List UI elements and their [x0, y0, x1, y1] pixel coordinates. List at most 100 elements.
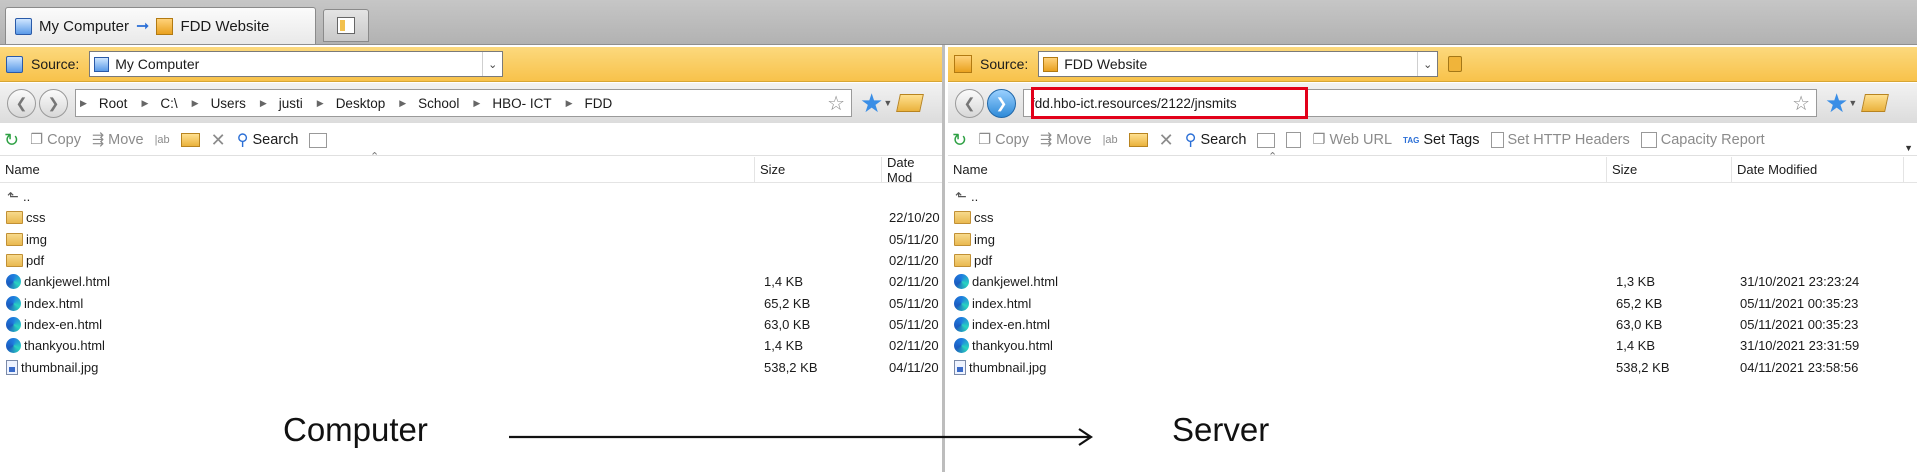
list-item[interactable]: thumbnail.jpg 538,2 KB 04/11/20: [0, 356, 942, 377]
breadcrumb[interactable]: ▶ Root ▶ C:\ ▶ Users ▶ justi ▶ Desktop ▶ School ▶ HBO…: [75, 89, 852, 117]
list-item[interactable]: ⬑..: [0, 186, 942, 207]
file-name-cell: dankjewel.html: [6, 274, 110, 290]
list-item[interactable]: css 22/10/20: [0, 207, 942, 228]
list-item[interactable]: pdf 02/11/20: [0, 250, 942, 271]
folder-open-icon[interactable]: [896, 94, 925, 112]
list-item[interactable]: pdf: [948, 250, 1917, 271]
folder-icon: [6, 254, 23, 268]
copy-button[interactable]: ❐ Copy: [978, 132, 1029, 148]
move-button[interactable]: ⇶ Move: [92, 132, 144, 148]
set-tags-button[interactable]: TAG Set Tags: [1403, 132, 1479, 148]
file-name: thumbnail.jpg: [969, 359, 1047, 375]
list-item[interactable]: thankyou.html 1,4 KB 31/10/2021 23:31:59: [948, 335, 1917, 356]
column-size[interactable]: Size: [755, 156, 882, 183]
breadcrumb-item[interactable]: ▶ Users: [192, 96, 246, 111]
file-name: img: [26, 231, 47, 247]
column-name[interactable]: Name ⌃: [948, 151, 1607, 183]
list-item[interactable]: index-en.html 63,0 KB 05/11/20: [0, 314, 942, 335]
bookmark-star-icon[interactable]: ☆: [827, 91, 845, 116]
breadcrumb-item[interactable]: ▶ Desktop: [317, 96, 385, 111]
folder-open-icon[interactable]: [1861, 94, 1890, 112]
list-item[interactable]: dankjewel.html 1,3 KB 31/10/2021 23:23:24: [948, 271, 1917, 292]
search-icon: ⚲: [236, 132, 249, 149]
move-button[interactable]: ⇶ Move: [1040, 132, 1092, 148]
search-button[interactable]: ⚲ Search: [237, 130, 299, 150]
copy-button[interactable]: ❐ Copy: [30, 132, 81, 148]
breadcrumb-item[interactable]: ▶ C:\: [141, 96, 177, 111]
file-name-cell: dankjewel.html: [954, 274, 1058, 290]
properties-icon: [1257, 132, 1276, 148]
chevron-down-icon[interactable]: ⌄: [482, 52, 502, 76]
list-item[interactable]: img: [948, 229, 1917, 250]
chevron-down-icon[interactable]: ▼: [883, 98, 892, 108]
list-item[interactable]: css: [948, 207, 1917, 228]
folder-icon: [6, 232, 23, 246]
new-tab-button[interactable]: [323, 9, 369, 42]
computer-icon: [94, 56, 110, 72]
new-folder-button[interactable]: [180, 133, 200, 147]
web-url-button[interactable]: ❐ Web URL: [1312, 132, 1392, 148]
tab-label-from: My Computer: [39, 17, 130, 35]
package-icon: [156, 17, 174, 35]
chevron-down-icon[interactable]: ⌄: [1417, 52, 1437, 76]
breadcrumb-label: FDD: [584, 95, 613, 111]
list-item[interactable]: thumbnail.jpg 538,2 KB 04/11/2021 23:58:56: [948, 356, 1917, 377]
new-folder-button[interactable]: [1128, 133, 1148, 147]
forward-button[interactable]: ❯: [987, 88, 1016, 118]
file-name: pdf: [26, 253, 45, 269]
chevron-down-icon[interactable]: ▼: [1848, 98, 1857, 108]
list-item[interactable]: index.html 65,2 KB 05/11/20: [0, 292, 942, 313]
source-select[interactable]: FDD Website ⌄: [1038, 51, 1439, 77]
set-http-headers-button[interactable]: Set HTTP Headers: [1490, 132, 1630, 148]
delete-button[interactable]: ✕: [1159, 130, 1174, 151]
breadcrumb-item[interactable]: ▶ justi: [260, 96, 303, 111]
rename-icon: |ab: [1102, 134, 1118, 146]
breadcrumb-label: Users: [210, 95, 246, 111]
file-date: 05/11/20: [889, 295, 939, 311]
refresh-icon: ↻: [952, 129, 968, 150]
rename-button[interactable]: |ab: [155, 134, 170, 146]
column-name[interactable]: Name ⌃: [0, 151, 755, 183]
capacity-report-icon: [1640, 132, 1657, 148]
chevron-right-icon: ▶: [316, 97, 324, 108]
source-select[interactable]: My Computer ⌄: [89, 51, 504, 77]
forward-button[interactable]: ❯: [39, 88, 68, 118]
toolbar-overflow-icon[interactable]: ▼: [1904, 143, 1913, 153]
breadcrumb-item[interactable]: ▶ School: [399, 96, 459, 111]
column-date[interactable]: Date Modified: [1732, 156, 1904, 183]
column-size[interactable]: Size: [1607, 156, 1732, 183]
tab-my-computer-to-fdd-website[interactable]: My Computer ➞ FDD Website: [5, 7, 316, 44]
preview-button[interactable]: [1286, 132, 1302, 148]
list-item[interactable]: img 05/11/20: [0, 229, 942, 250]
rename-button[interactable]: |ab: [1103, 134, 1118, 146]
properties-button[interactable]: [1257, 132, 1276, 148]
favorites-star-icon[interactable]: ★: [1825, 88, 1848, 119]
chevron-right-icon: ▶: [141, 97, 149, 108]
back-button[interactable]: ❮: [7, 88, 36, 118]
list-item[interactable]: thankyou.html 1,4 KB 02/11/20: [0, 335, 942, 356]
file-date: 04/11/2021 23:58:56: [1740, 359, 1859, 375]
capacity-report-button[interactable]: Capacity Report: [1640, 132, 1765, 148]
refresh-button[interactable]: ↻: [4, 130, 19, 151]
search-button[interactable]: ⚲ Search: [1185, 130, 1247, 150]
favorites-star-icon[interactable]: ★: [860, 88, 883, 119]
delete-button[interactable]: ✕: [211, 130, 226, 151]
properties-button[interactable]: [309, 132, 328, 148]
refresh-button[interactable]: ↻: [952, 130, 967, 151]
html-file-icon: [6, 338, 21, 354]
list-item[interactable]: dankjewel.html 1,4 KB 02/11/20: [0, 271, 942, 292]
list-item[interactable]: index-en.html 63,0 KB 05/11/2021 00:35:23: [948, 314, 1917, 335]
file-name-cell: ⬑..: [954, 188, 978, 205]
breadcrumb-item[interactable]: ▶ HBO- ICT: [473, 96, 551, 111]
transfer-arrow: [509, 428, 1093, 446]
capacity-report-label: Capacity Report: [1660, 132, 1765, 148]
breadcrumb-item[interactable]: ▶ Root: [80, 96, 127, 111]
column-date-label: Date Modified: [1737, 162, 1818, 177]
column-date[interactable]: Date Mod: [882, 155, 942, 185]
back-button[interactable]: ❮: [955, 88, 984, 118]
breadcrumb-item[interactable]: ▶ FDD: [566, 96, 613, 111]
list-item[interactable]: index.html 65,2 KB 05/11/2021 00:35:23: [948, 292, 1917, 313]
bookmark-star-icon[interactable]: ☆: [1792, 91, 1810, 116]
file-date: 31/10/2021 23:31:59: [1740, 338, 1860, 354]
list-item[interactable]: ⬑..: [948, 186, 1917, 207]
